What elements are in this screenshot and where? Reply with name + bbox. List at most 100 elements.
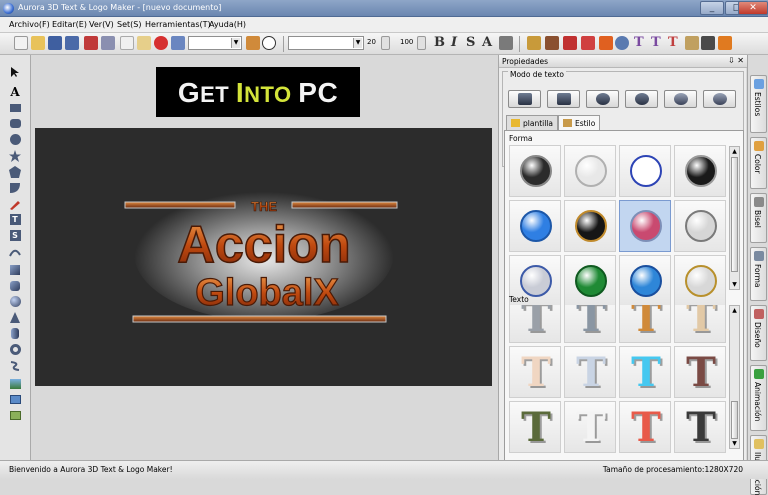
tab-estilo[interactable]: Estilo	[558, 115, 601, 130]
font-size-stepper[interactable]	[381, 36, 390, 50]
text-mode-button-1[interactable]	[508, 90, 541, 108]
scroll-down-icon[interactable]: ▼	[730, 439, 739, 448]
shape-swatch[interactable]	[674, 200, 726, 252]
shape-swatch[interactable]	[619, 200, 671, 252]
shape-swatch[interactable]	[564, 200, 616, 252]
text-style-swatch[interactable]: T	[564, 305, 616, 343]
shape-swatch[interactable]	[619, 255, 671, 307]
scroll-up-icon[interactable]: ▲	[730, 306, 739, 315]
scroll-up-icon[interactable]: ▲	[730, 147, 739, 156]
rectangle-tool-icon[interactable]	[8, 101, 22, 114]
font-size-value[interactable]: 20	[367, 38, 376, 46]
shape-scrollbar[interactable]: ▲ ▼	[729, 146, 740, 290]
text-mode-button-3[interactable]	[586, 90, 619, 108]
pen-tool-icon[interactable]	[8, 197, 22, 210]
scroll-thumb[interactable]	[731, 401, 738, 439]
italic-button[interactable]: I	[451, 35, 457, 50]
side-tab-animacion[interactable]: Animación	[750, 365, 767, 431]
text-style-swatch[interactable]: T	[619, 305, 671, 343]
group-tool-icon[interactable]	[8, 409, 22, 422]
transform-icon[interactable]	[527, 36, 541, 50]
shape-tool-icon[interactable]	[8, 181, 22, 194]
close-button[interactable]: ✕	[738, 1, 768, 15]
material-icon[interactable]	[563, 36, 577, 50]
image-tool-icon[interactable]	[8, 377, 22, 390]
minimize-button[interactable]: _	[700, 1, 724, 15]
text-scrollbar[interactable]: ▲ ▼	[729, 305, 740, 449]
symbol-tool-icon[interactable]: S	[8, 229, 22, 242]
cut-icon[interactable]	[101, 36, 115, 50]
spring-tool-icon[interactable]	[8, 359, 22, 372]
font-combo[interactable]: ▼	[288, 36, 364, 50]
print-icon[interactable]	[84, 36, 98, 50]
open-folder-icon[interactable]	[31, 36, 45, 50]
text-style-icon-1[interactable]: T	[634, 35, 644, 50]
text-style-swatch[interactable]: T	[509, 401, 561, 453]
text-style-swatch[interactable]: T	[564, 401, 616, 453]
text-style-icon-2[interactable]: T	[651, 35, 661, 50]
play-icon[interactable]	[262, 36, 276, 50]
text-style-swatch[interactable]: T	[674, 401, 726, 453]
shape-swatch[interactable]	[509, 145, 561, 197]
menu-editar[interactable]: Editar(E)	[52, 20, 87, 29]
shape-swatch[interactable]	[564, 255, 616, 307]
side-tab-color[interactable]: Color	[750, 137, 767, 189]
text-style-swatch[interactable]: T	[509, 346, 561, 398]
text-mode-button-4[interactable]	[625, 90, 658, 108]
text-style-swatch[interactable]: T	[674, 305, 726, 343]
side-tab-estilos[interactable]: Estilos	[750, 75, 767, 133]
sphere-tool-icon[interactable]	[8, 295, 22, 308]
polygon-tool-icon[interactable]	[8, 165, 22, 178]
tab-plantilla[interactable]: plantilla	[506, 115, 558, 130]
menu-ver[interactable]: Ver(V)	[89, 20, 114, 29]
rounded-rect-tool-icon[interactable]	[8, 117, 22, 130]
pen-icon[interactable]	[246, 36, 260, 50]
side-tab-forma[interactable]: Forma	[750, 247, 767, 301]
shape-swatch[interactable]	[564, 145, 616, 197]
text-style-swatch[interactable]: T	[619, 401, 671, 453]
export-icon[interactable]	[718, 36, 732, 50]
new-document-icon[interactable]	[14, 36, 28, 50]
shape-swatch[interactable]	[674, 255, 726, 307]
text-tool-icon[interactable]: A	[8, 85, 22, 99]
text-style-icon-3[interactable]: T	[668, 35, 678, 50]
panel-header-buttons[interactable]: ⇩ ✕	[728, 56, 744, 65]
text-mode-button-6[interactable]	[703, 90, 736, 108]
side-tab-bisel[interactable]: Bisel	[750, 193, 767, 243]
scroll-thumb[interactable]	[731, 157, 738, 272]
menu-ayuda[interactable]: Ayuda(H)	[209, 20, 246, 29]
menu-archivo[interactable]: Archivo(F)	[9, 20, 50, 29]
save-icon[interactable]	[48, 36, 62, 50]
sphere-icon[interactable]	[615, 36, 629, 50]
select-arrow-icon[interactable]	[8, 65, 22, 78]
cone-tool-icon[interactable]	[8, 311, 22, 324]
style-combo[interactable]: ▼	[188, 36, 242, 50]
copy-icon[interactable]	[120, 36, 134, 50]
text-style-swatch[interactable]: T	[564, 346, 616, 398]
shape-swatch[interactable]	[619, 145, 671, 197]
scroll-down-icon[interactable]: ▼	[730, 280, 739, 289]
text-style-swatch[interactable]: T	[619, 346, 671, 398]
save-as-icon[interactable]	[65, 36, 79, 50]
bold-button[interactable]: B	[434, 35, 445, 50]
strike-button[interactable]: S	[466, 35, 475, 50]
rotate-icon[interactable]	[545, 36, 559, 50]
text-style-swatch[interactable]: T	[674, 346, 726, 398]
text-style-swatch[interactable]: T	[509, 305, 561, 343]
cube-icon[interactable]	[581, 36, 595, 50]
cube-tool-icon[interactable]	[8, 263, 22, 276]
text-mode-button-2[interactable]	[547, 90, 580, 108]
background-icon[interactable]	[701, 36, 715, 50]
rounded-cube-tool-icon[interactable]	[8, 279, 22, 292]
menu-set[interactable]: Set(S)	[117, 20, 141, 29]
shape-icon[interactable]	[599, 36, 613, 50]
menu-herramientas[interactable]: Herramientas(T)	[145, 20, 211, 29]
star-tool-icon[interactable]	[8, 149, 22, 162]
shape-swatch[interactable]	[509, 200, 561, 252]
shape-swatch[interactable]	[674, 145, 726, 197]
render-viewport[interactable]: THE Accion GlobalX	[35, 128, 492, 386]
paste-icon[interactable]	[137, 36, 151, 50]
texture-icon[interactable]	[685, 36, 699, 50]
zoom-value[interactable]: 100	[400, 38, 413, 46]
text-box-tool-icon[interactable]: T	[8, 213, 22, 226]
